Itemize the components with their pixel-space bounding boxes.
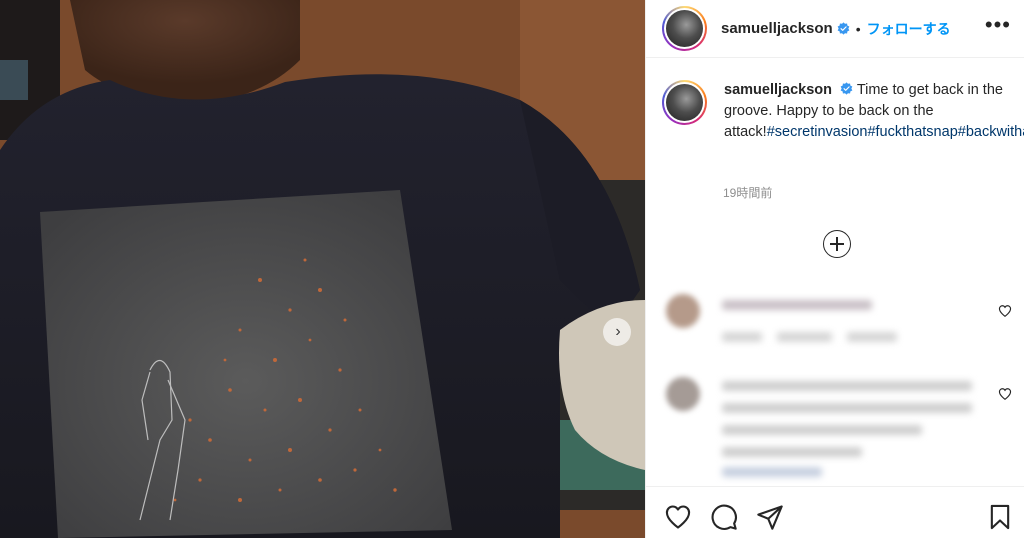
chevron-right-icon: › <box>615 323 621 340</box>
verified-badge-icon <box>840 82 853 95</box>
paper-plane-icon[interactable] <box>756 503 784 531</box>
hashtag-link[interactable]: #backwithafury <box>958 124 1024 140</box>
post-action-bar <box>646 486 1024 538</box>
bookmark-icon[interactable] <box>986 503 1014 531</box>
more-options-icon[interactable]: ••• <box>985 14 1011 36</box>
caption-username[interactable]: samuelljackson <box>724 82 832 98</box>
comment-item <box>662 292 1012 352</box>
blurred-comment-meta <box>777 332 832 342</box>
hashtag-link[interactable]: #fuckthatsnap <box>867 124 957 140</box>
post-header: samuelljackson • フォローする ••• <box>646 0 1024 58</box>
instagram-post-modal: › samuelljackson • フォローする ••• samuelljac… <box>0 0 1024 538</box>
post-side-panel: samuelljackson • フォローする ••• samuelljacks… <box>645 0 1024 538</box>
author-avatar[interactable] <box>662 6 707 51</box>
caption-row: samuelljackson Time to get back in the g… <box>662 80 1024 143</box>
blurred-comment-text <box>722 300 872 310</box>
comment-bubble-icon[interactable] <box>710 503 738 531</box>
post-photo[interactable]: › <box>0 0 645 538</box>
comment-item <box>662 375 1012 477</box>
post-timestamp[interactable]: 19時間前 <box>723 184 772 201</box>
blurred-comment-text <box>722 467 822 477</box>
caption: samuelljackson Time to get back in the g… <box>724 80 1024 143</box>
author-username[interactable]: samuelljackson <box>721 20 833 37</box>
heart-icon[interactable] <box>664 503 692 531</box>
commenter-avatar[interactable] <box>666 377 700 411</box>
caption-author-avatar[interactable] <box>662 80 707 125</box>
like-comment-heart-icon[interactable] <box>998 304 1012 318</box>
blurred-comment-text <box>722 425 922 435</box>
blurred-comment-text <box>722 403 972 413</box>
hashtag-link[interactable]: #secretinvasion <box>767 124 868 140</box>
commenter-avatar[interactable] <box>666 294 700 328</box>
plus-circle-icon[interactable] <box>823 230 851 258</box>
blurred-comment-meta <box>722 332 762 342</box>
follow-button[interactable]: フォローする <box>867 19 951 39</box>
blurred-comment-text <box>722 447 862 457</box>
next-photo-button[interactable]: › <box>603 318 631 346</box>
blurred-comment-text <box>722 381 972 391</box>
verified-badge-icon <box>837 22 850 35</box>
blurred-comment-meta <box>847 332 897 342</box>
separator-dot: • <box>855 20 861 37</box>
like-comment-heart-icon[interactable] <box>998 387 1012 401</box>
photo-artwork <box>0 0 645 538</box>
